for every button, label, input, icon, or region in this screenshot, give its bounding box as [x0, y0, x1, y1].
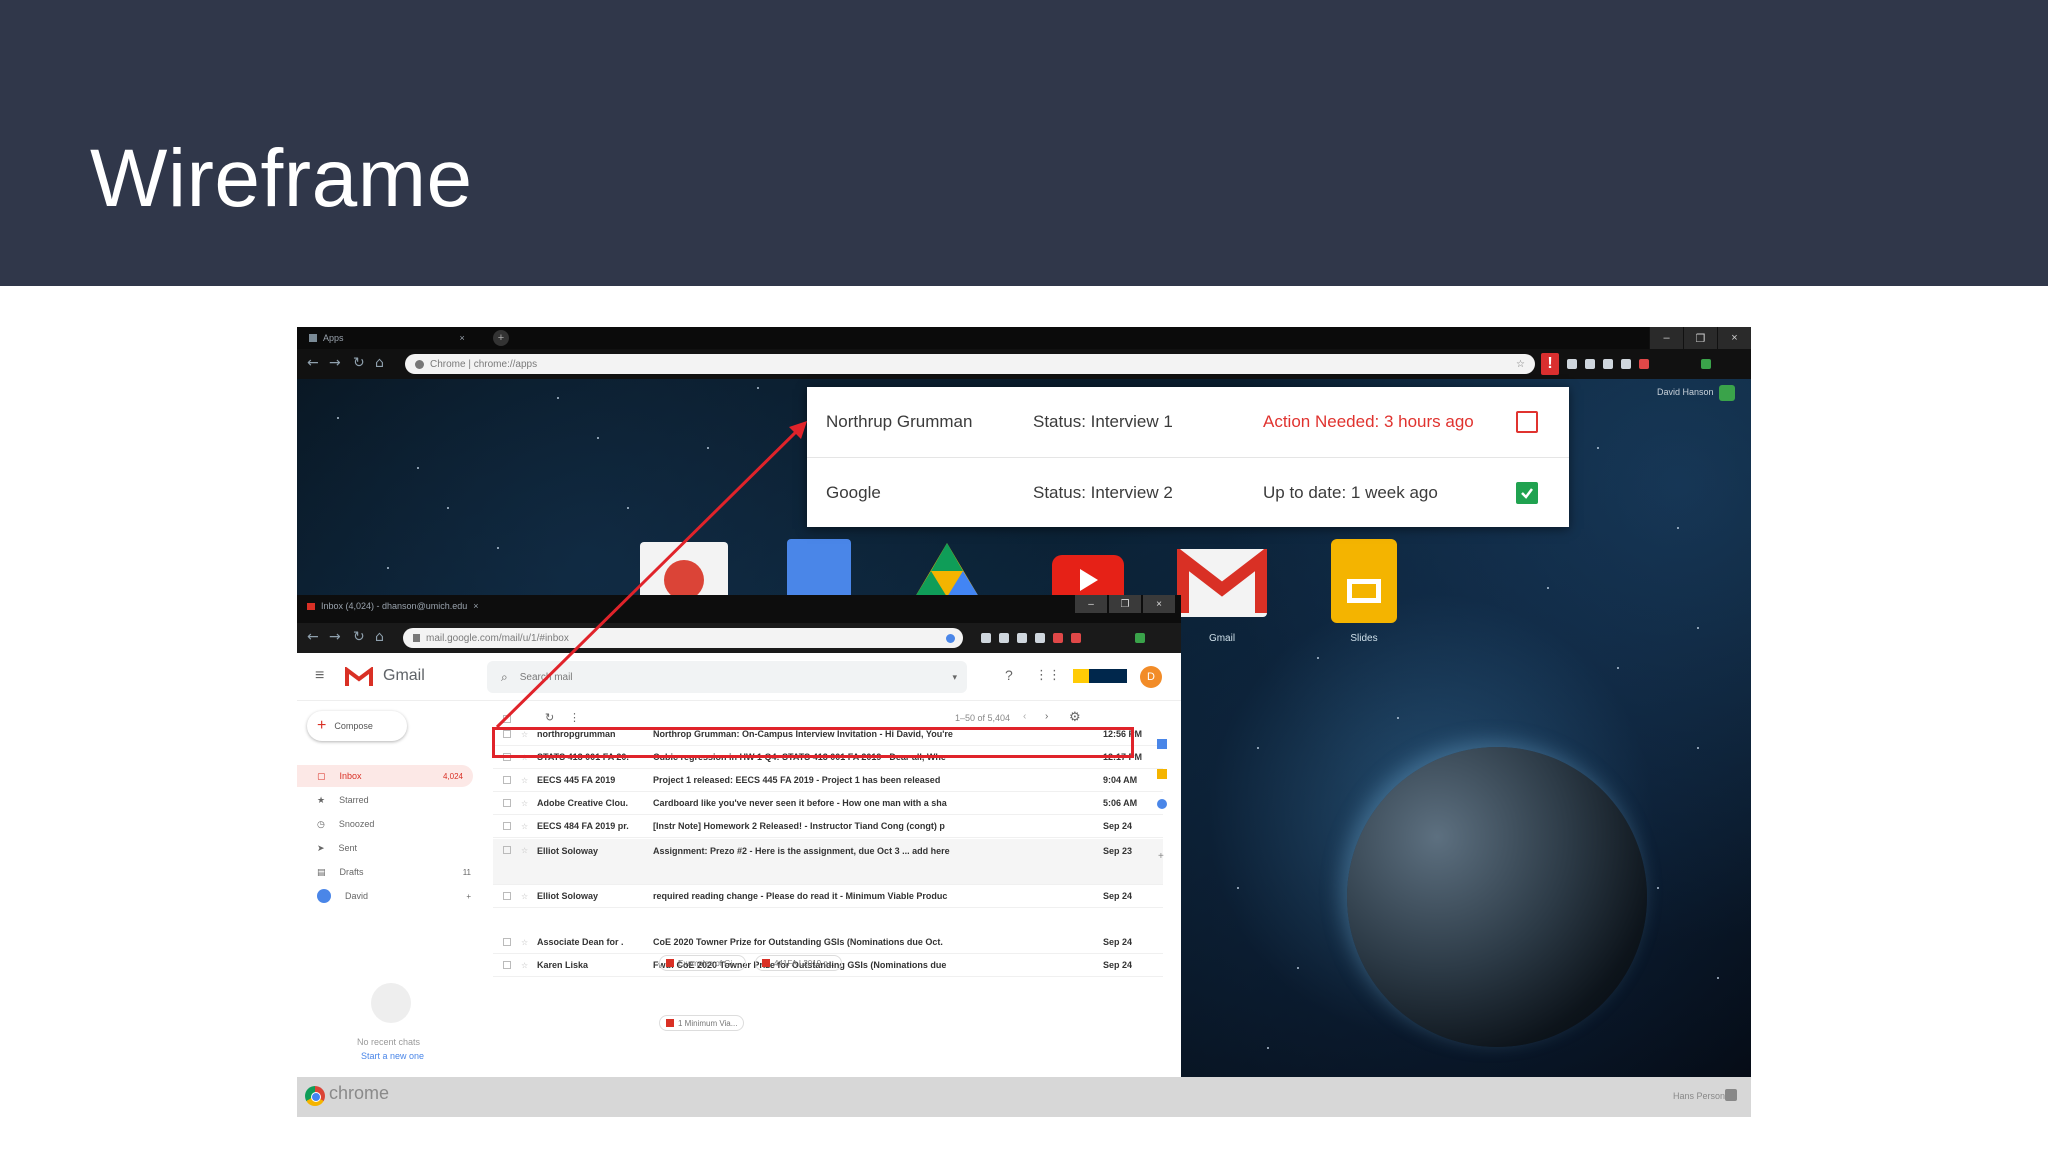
- screenshot: Apps × + – ❐ × ← → ↻ ⌂ Chrome | chrome:/…: [297, 327, 1751, 1117]
- shelf-tray-icon[interactable]: [1725, 1089, 1737, 1101]
- chrome-os-shelf: chrome Hans Person: [297, 1077, 1751, 1117]
- chrome-logo-icon[interactable]: [305, 1086, 325, 1106]
- slide: Wireframe Apps × + – ❐ × ← → ↻ ⌂ Chrome …: [0, 0, 2048, 1152]
- shelf-user: Hans Person: [1673, 1091, 1726, 1101]
- slide-title: Wireframe: [90, 133, 473, 224]
- pointer-arrow: [495, 421, 807, 729]
- chrome-shelf-label: chrome: [329, 1083, 390, 1103]
